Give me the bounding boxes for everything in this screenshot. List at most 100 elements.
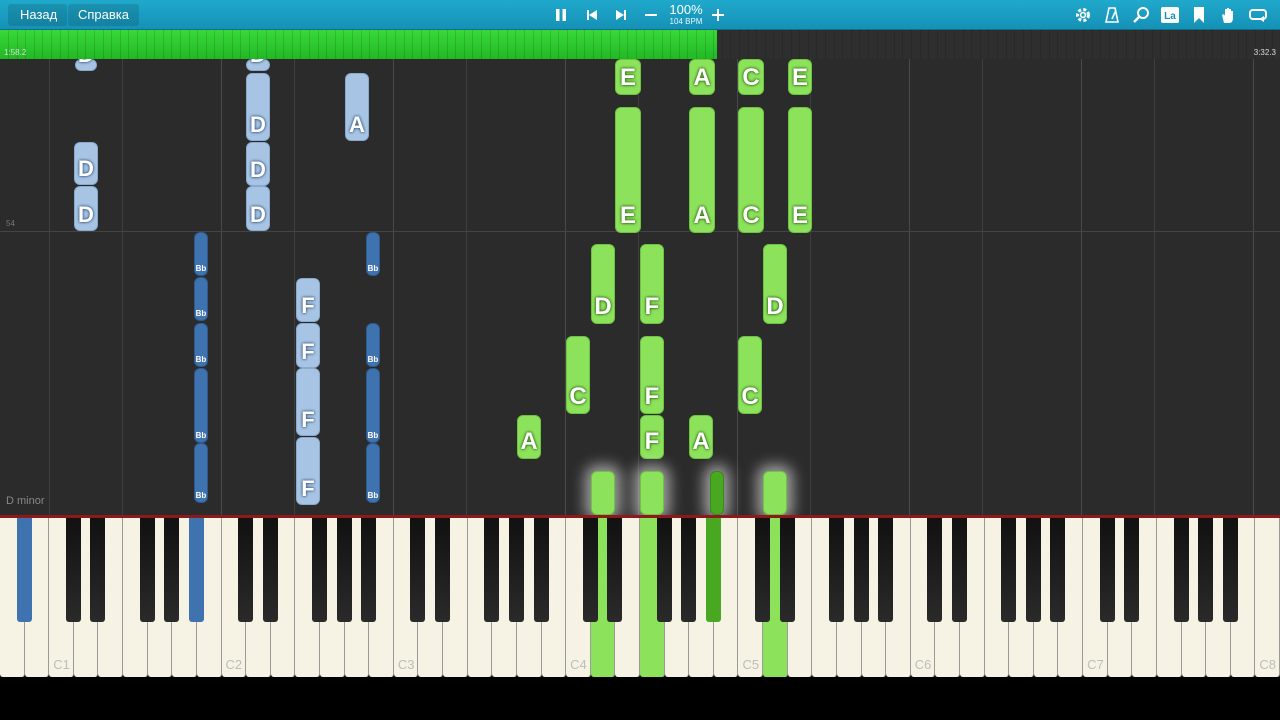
note-d: D xyxy=(763,244,787,324)
black-key[interactable] xyxy=(1025,518,1041,622)
progress-tick xyxy=(51,30,52,59)
note-a: A xyxy=(689,107,715,233)
progress-tick xyxy=(119,30,121,59)
black-key[interactable] xyxy=(755,518,771,622)
note-d: D xyxy=(246,142,270,186)
black-key[interactable] xyxy=(1124,518,1140,622)
grid-line xyxy=(1154,59,1155,515)
note-a: A xyxy=(345,73,369,141)
black-key[interactable] xyxy=(435,518,451,622)
pause-icon[interactable] xyxy=(549,3,573,27)
black-key[interactable] xyxy=(853,518,869,622)
black-key[interactable] xyxy=(607,518,623,622)
piano-keyboard[interactable]: C1 C2 C3 C4 C5 C6 C7 C8 xyxy=(0,515,1280,677)
black-key[interactable] xyxy=(90,518,106,622)
note-label: Bb xyxy=(367,264,379,273)
bookmark-icon[interactable] xyxy=(1187,3,1211,27)
zoom-icon[interactable] xyxy=(1129,3,1153,27)
progress-tick xyxy=(515,30,517,59)
progress-tick xyxy=(231,30,233,59)
black-key[interactable] xyxy=(952,518,967,622)
note-label: Bb xyxy=(367,491,379,500)
hand-icon[interactable] xyxy=(1216,3,1240,27)
black-key[interactable] xyxy=(1173,518,1189,622)
note-f: F xyxy=(640,244,664,324)
total-time: 3:32.3 xyxy=(1253,48,1276,57)
loop-icon[interactable] xyxy=(1246,3,1270,27)
note-label: D xyxy=(766,293,784,320)
note-a: A xyxy=(689,59,715,95)
progress-tick xyxy=(1057,30,1059,59)
progress-tick xyxy=(498,30,500,59)
progress-tick xyxy=(988,30,990,59)
black-key[interactable] xyxy=(238,518,254,622)
note-d: D xyxy=(591,244,615,324)
black-key[interactable] xyxy=(508,518,524,622)
note-label: E xyxy=(619,202,636,229)
black-key[interactable] xyxy=(188,518,204,622)
black-key[interactable] xyxy=(1050,518,1066,622)
progress-tick xyxy=(696,30,697,59)
progress-tick xyxy=(369,30,371,59)
note-label: F xyxy=(644,383,660,410)
black-key[interactable] xyxy=(705,518,721,622)
black-key[interactable] xyxy=(262,518,278,622)
progress-tick xyxy=(558,30,560,59)
progress-tick xyxy=(111,30,113,59)
black-key[interactable] xyxy=(1001,518,1017,622)
note-f: F xyxy=(296,278,320,322)
black-key[interactable] xyxy=(312,518,327,622)
black-key[interactable] xyxy=(828,518,844,622)
progress-tick xyxy=(825,30,826,59)
progress-tick xyxy=(1117,30,1119,59)
black-key[interactable] xyxy=(164,518,180,622)
black-key[interactable] xyxy=(361,518,377,622)
minus-icon[interactable] xyxy=(639,3,663,27)
black-key[interactable] xyxy=(1099,518,1115,622)
metronome-icon[interactable] xyxy=(1100,3,1124,27)
black-key[interactable] xyxy=(65,518,81,622)
black-key[interactable] xyxy=(16,518,32,622)
progress-tick xyxy=(326,30,328,59)
black-key[interactable] xyxy=(336,518,352,622)
note-c: C xyxy=(566,336,590,414)
note-label: D xyxy=(250,157,266,182)
note-f: F xyxy=(296,323,320,368)
progress-tick xyxy=(85,30,87,59)
gear-icon[interactable] xyxy=(1071,3,1095,27)
black-key[interactable] xyxy=(1222,518,1238,622)
back-button[interactable]: Назад xyxy=(8,4,68,26)
black-key[interactable] xyxy=(1198,518,1214,622)
black-key[interactable] xyxy=(410,518,426,622)
progress-tick xyxy=(481,30,482,59)
black-key[interactable] xyxy=(656,518,672,622)
progress-tick xyxy=(661,30,663,59)
progress-tick xyxy=(386,30,388,59)
black-key[interactable] xyxy=(927,518,943,622)
current-time: 1:58.2 xyxy=(4,48,27,57)
black-key[interactable] xyxy=(139,518,155,622)
black-key[interactable] xyxy=(681,518,697,622)
progress-bar[interactable]: 1:58.2 3:32.3 xyxy=(0,30,1280,59)
note-label: F xyxy=(301,476,315,501)
skip-back-icon[interactable] xyxy=(580,3,604,27)
octave-label: C5 xyxy=(742,657,760,672)
progress-tick xyxy=(1022,30,1024,59)
black-key[interactable] xyxy=(878,518,894,622)
plus-icon[interactable] xyxy=(706,3,730,27)
progress-tick xyxy=(171,30,173,59)
note-label-icon[interactable]: La xyxy=(1158,3,1182,27)
black-key[interactable] xyxy=(484,518,500,622)
help-button[interactable]: Справка xyxy=(68,4,139,26)
note-label: Bb xyxy=(195,431,207,440)
note-label: Bb xyxy=(195,264,207,273)
black-key[interactable] xyxy=(582,518,598,622)
white-key[interactable] xyxy=(1255,518,1280,677)
grid-line xyxy=(393,59,394,515)
progress-tick xyxy=(1005,30,1007,59)
skip-forward-icon[interactable] xyxy=(609,3,633,27)
note-label: C xyxy=(742,64,760,91)
octave-label: C7 xyxy=(1087,657,1104,672)
black-key[interactable] xyxy=(533,518,549,622)
black-key[interactable] xyxy=(779,518,795,622)
